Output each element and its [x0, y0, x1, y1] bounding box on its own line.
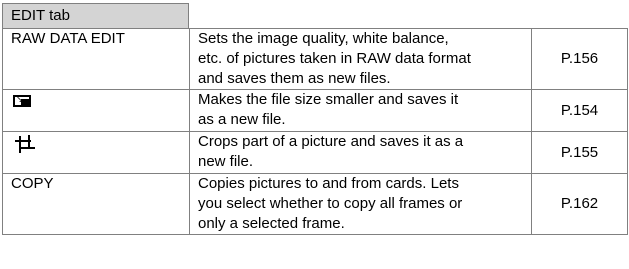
page-reference: P.162 — [531, 173, 628, 235]
function-description: Crops part of a picture and saves it as … — [189, 131, 532, 174]
page-reference: P.156 — [531, 28, 628, 90]
function-description: Copies pictures to and from cards. Lets … — [189, 173, 532, 235]
crop-icon — [15, 135, 35, 153]
table-row: ↘ Makes the file size smaller and saves … — [2, 89, 628, 132]
function-description: Makes the file size smaller and saves it… — [189, 89, 532, 132]
page-reference: P.155 — [531, 131, 628, 174]
table-row: COPY Copies pictures to and from cards. … — [2, 173, 628, 235]
function-name-crop — [2, 131, 190, 174]
table-row: RAW DATA EDIT Sets the image quality, wh… — [2, 28, 628, 90]
table-row: Crops part of a picture and saves it as … — [2, 131, 628, 174]
resize-icon: ↘ — [13, 95, 31, 107]
function-name-raw-data-edit: RAW DATA EDIT — [2, 28, 190, 90]
edit-tab-reference-table: RAW DATA EDIT Sets the image quality, wh… — [2, 28, 628, 235]
function-name-resize: ↘ — [2, 89, 190, 132]
function-description: Sets the image quality, white balance, e… — [189, 28, 532, 90]
edit-tab-header: EDIT tab — [2, 3, 189, 28]
page-reference: P.154 — [531, 89, 628, 132]
function-name-copy: COPY — [2, 173, 190, 235]
